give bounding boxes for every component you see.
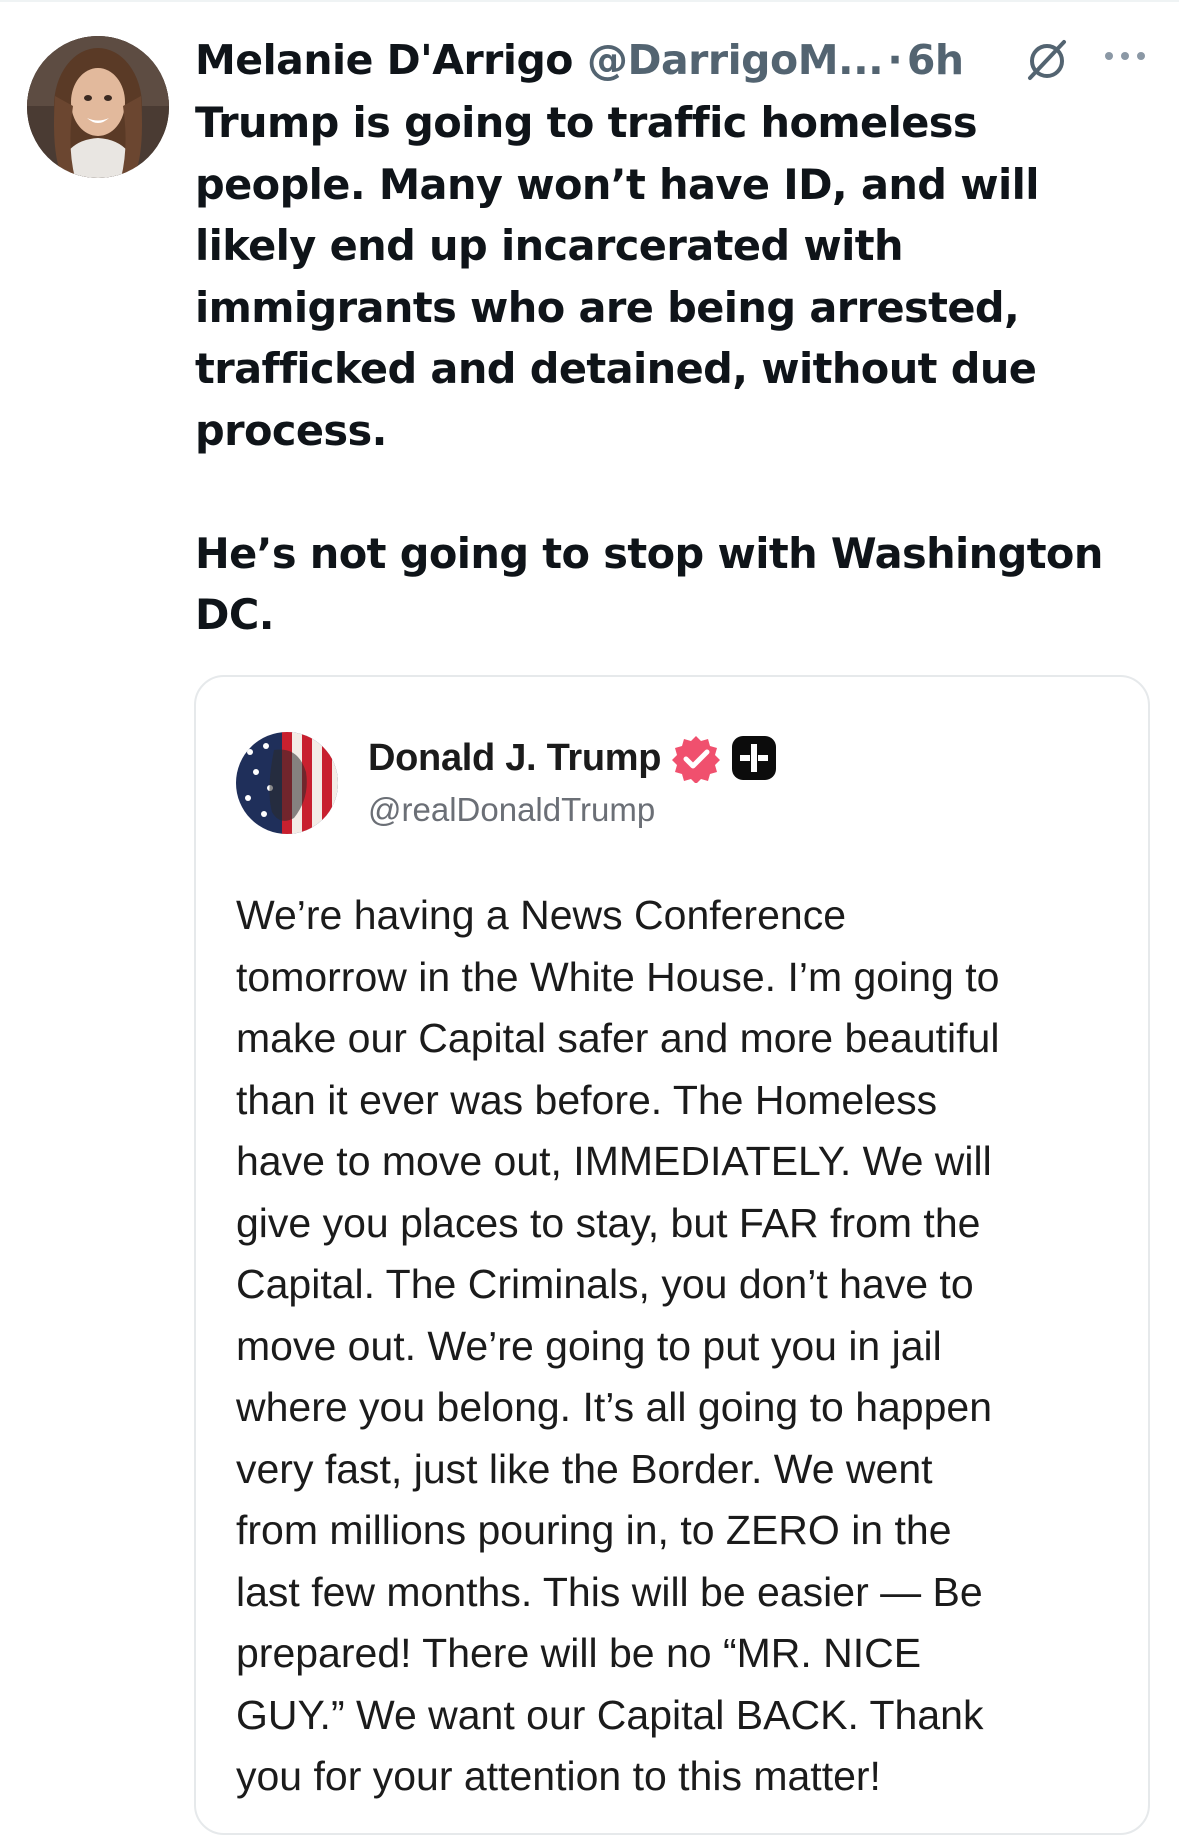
quoted-author-handle[interactable]: @realDonaldTrump [368,791,655,829]
flag-portrait-icon [236,732,338,834]
author-avatar[interactable] [27,36,169,178]
post-timestamp[interactable]: 6h [907,36,964,84]
author-handle[interactable]: @DarrigoM... [587,36,884,84]
author-display-name[interactable]: Melanie D'Arrigo [195,36,573,84]
grok-icon[interactable] [1022,34,1072,84]
plus-badge-icon [731,735,777,781]
top-divider [0,0,1179,2]
tweet-header: Melanie D'Arrigo @DarrigoM... · 6h [195,30,1155,90]
tweet-body-text: Trump is going to traffic homeless peopl… [195,98,1103,639]
quoted-name-row: Donald J. Trump [368,733,777,784]
profile-photo-icon [27,36,169,178]
quoted-author-name[interactable]: Donald J. Trump [368,737,662,780]
header-separator: · [887,36,903,84]
verified-badge-icon [671,733,721,784]
quoted-post-card[interactable]: Donald J. Trump @realDonaldTrump We’re h… [194,675,1150,1835]
quoted-post-text: We’re having a News Conference tomorrow … [236,892,1000,1799]
more-options-icon[interactable] [1100,44,1150,68]
quoted-author-avatar[interactable] [236,732,338,834]
